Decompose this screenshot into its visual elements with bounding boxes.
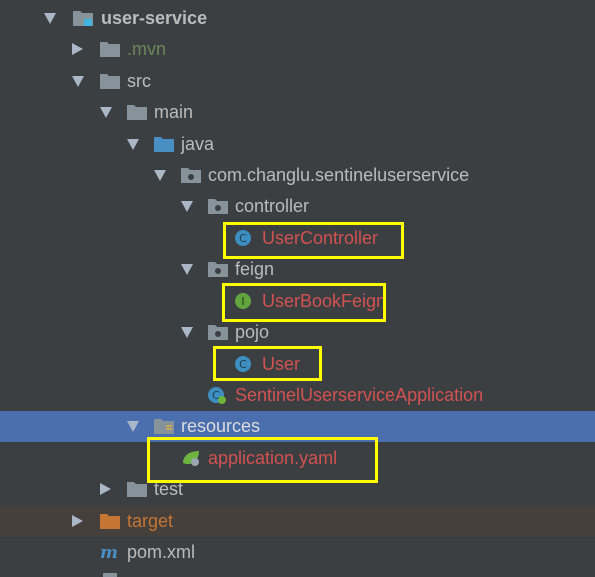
tree-label: resources (181, 416, 261, 436)
highlight-box (223, 222, 404, 259)
tree-label: user-service (101, 8, 208, 28)
tree-row-partial (0, 569, 595, 577)
expand-arrow-icon[interactable] (127, 139, 139, 150)
spring-boot-app-icon: C (208, 387, 226, 404)
collapse-arrow-icon[interactable] (100, 483, 111, 495)
file-icon (103, 573, 117, 577)
expand-arrow-icon[interactable] (100, 107, 112, 118)
tree-row-package[interactable]: com.changlu.sentineluserservice (0, 160, 595, 191)
resources-folder-icon (154, 419, 174, 434)
package-icon (208, 325, 228, 340)
expand-arrow-icon[interactable] (181, 201, 193, 212)
tree-row-java[interactable]: java (0, 129, 595, 160)
tree-row-pom[interactable]: m pom.xml (0, 537, 595, 568)
tree-label: target (127, 511, 174, 531)
tree-row-user-service[interactable]: user-service (0, 3, 595, 34)
expand-arrow-icon[interactable] (72, 76, 84, 87)
source-folder-icon (154, 137, 174, 152)
collapse-arrow-icon[interactable] (72, 515, 83, 527)
tree-label: pojo (235, 322, 270, 342)
tree-label: com.changlu.sentineluserservice (208, 165, 470, 185)
tree-row-mvn[interactable]: .mvn (0, 34, 595, 65)
expand-arrow-icon[interactable] (181, 327, 193, 338)
tree-row-controller[interactable]: controller (0, 191, 595, 222)
highlight-box (147, 437, 378, 483)
expand-arrow-icon[interactable] (44, 13, 56, 24)
excluded-folder-icon (100, 514, 120, 529)
expand-arrow-icon[interactable] (154, 170, 166, 181)
expand-arrow-icon[interactable] (127, 421, 139, 432)
expand-arrow-icon[interactable] (181, 264, 193, 275)
package-icon (208, 199, 228, 214)
module-folder-icon (73, 11, 93, 26)
tree-row-src[interactable]: src (0, 66, 595, 97)
package-icon (181, 168, 201, 183)
tree-label: pom.xml (127, 542, 196, 562)
maven-icon: m (100, 543, 118, 561)
tree-label: feign (235, 259, 275, 279)
tree-row-main[interactable]: main (0, 97, 595, 128)
folder-icon (127, 482, 147, 497)
tree-row-application-class[interactable]: C SentinelUserserviceApplication (0, 380, 595, 411)
folder-icon (127, 105, 147, 120)
highlight-box (213, 346, 322, 381)
folder-icon (100, 74, 120, 89)
project-tree: user-service .mvn src main java com.chan… (0, 0, 595, 577)
collapse-arrow-icon[interactable] (72, 43, 83, 55)
tree-label: SentinelUserserviceApplication (235, 385, 484, 405)
tree-label: java (181, 134, 215, 154)
tree-label: controller (235, 196, 310, 216)
tree-label: main (154, 102, 194, 122)
highlight-box (222, 283, 386, 322)
tree-label: src (127, 71, 151, 91)
svg-text:m: m (100, 543, 118, 561)
package-icon (208, 262, 228, 277)
tree-label: .mvn (127, 39, 167, 59)
folder-icon (100, 42, 120, 57)
tree-row-target[interactable]: target (0, 506, 595, 537)
